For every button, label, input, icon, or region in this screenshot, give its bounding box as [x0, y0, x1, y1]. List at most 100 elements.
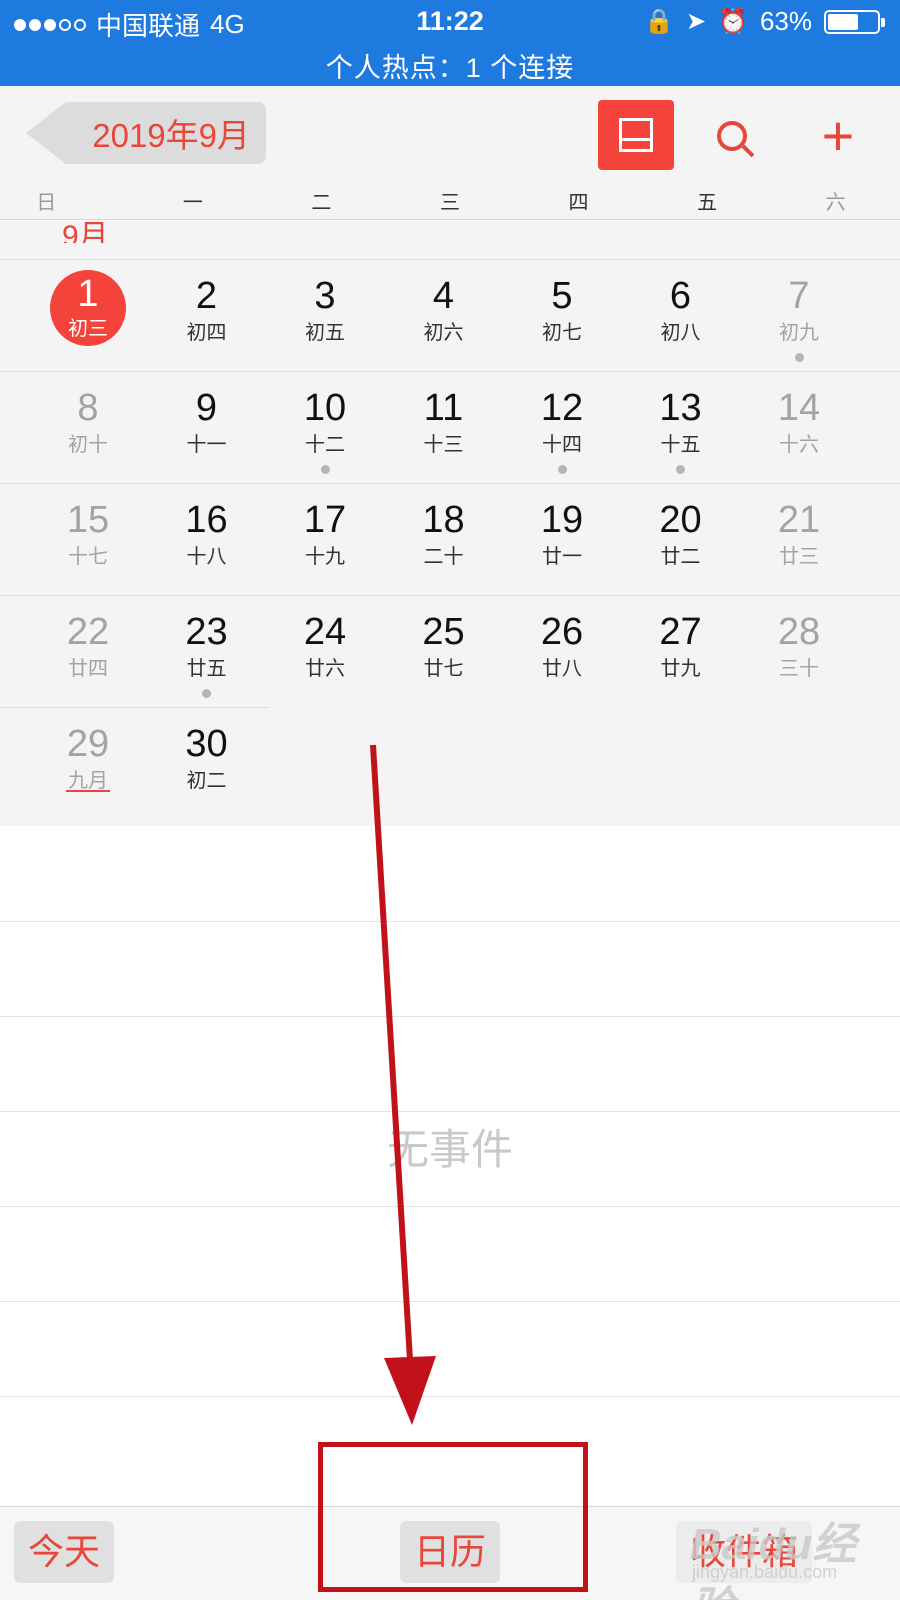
lunar-date: 三十 — [779, 658, 819, 680]
today-button[interactable]: 今天 — [14, 1521, 115, 1583]
day-number: 29 — [66, 723, 110, 765]
weekday-label: 二 — [311, 192, 332, 214]
day-cell[interactable]: 30 初二 — [147, 708, 267, 820]
lunar-date: 廿七 — [423, 658, 464, 680]
day-cell[interactable]: 24 廿六 — [265, 596, 385, 708]
back-to-year-button[interactable]: 2019年9月 — [26, 102, 266, 164]
day-cell[interactable]: 29 九月 — [28, 708, 148, 820]
day-number: 28 — [777, 611, 821, 653]
search-button[interactable] — [702, 106, 762, 166]
day-number: 8 — [77, 387, 99, 429]
hotspot-banner[interactable]: 个人热点：1 个连接 — [0, 46, 900, 85]
day-cell[interactable]: 28 三十 — [739, 596, 859, 708]
day-number: 12 — [540, 387, 584, 429]
day-cell[interactable]: 25 廿七 — [384, 596, 504, 708]
day-number: 22 — [66, 611, 110, 653]
day-number: 6 — [669, 275, 692, 317]
day-cell[interactable]: 3 初五 — [265, 260, 385, 372]
day-cell[interactable]: 4 初六 — [384, 260, 504, 372]
lunar-date: 初六 — [423, 322, 464, 344]
lunar-date: 初十 — [68, 434, 108, 456]
day-cell[interactable]: 27 廿九 — [621, 596, 741, 708]
day-number: 10 — [303, 387, 347, 429]
week-row: 1 初三 2 初四 3 初五 4 初六 5 初七 6 初八 7 初九 — [0, 259, 900, 371]
day-cell[interactable]: 8 初十 — [28, 372, 148, 484]
watermark-brand: Baidu经验 — [690, 1520, 857, 1600]
day-cell[interactable]: 19 廿一 — [502, 484, 622, 596]
lunar-date: 廿三 — [779, 546, 819, 568]
battery-percent: 63% — [759, 6, 812, 36]
lunar-date: 九月 — [68, 770, 108, 792]
day-number: 30 — [185, 723, 228, 765]
day-number: 13 — [659, 387, 702, 429]
day-cell[interactable]: 26 廿八 — [502, 596, 622, 708]
event-list[interactable]: 无事件 — [0, 826, 900, 1506]
lunar-date: 十五 — [660, 434, 701, 456]
nav-bar: 2019年9月 + — [0, 86, 900, 186]
day-cell-today[interactable]: 1 初三 — [28, 260, 148, 372]
lunar-date: 廿一 — [542, 546, 582, 568]
day-cell[interactable]: 9 十一 — [147, 372, 267, 484]
list-view-icon — [619, 118, 653, 152]
day-number: 25 — [422, 611, 465, 653]
day-number: 19 — [540, 499, 584, 541]
day-cell[interactable]: 16 十八 — [147, 484, 267, 596]
weekday-label: 三 — [439, 192, 460, 214]
day-cell[interactable]: 18 二十 — [384, 484, 504, 596]
lunar-date: 廿五 — [186, 658, 227, 680]
list-view-toggle-button[interactable] — [598, 100, 674, 170]
watermark-url: jingyan.baidu.com — [692, 1562, 838, 1582]
day-cell[interactable]: 21 廿三 — [739, 484, 859, 596]
status-right: 🔒 ➤ ⏰ 63% — [644, 6, 885, 37]
hour-divider — [0, 1016, 900, 1017]
day-cell[interactable]: 11 十三 — [384, 372, 504, 484]
hour-divider — [0, 1301, 900, 1302]
lunar-date: 十七 — [68, 546, 108, 568]
add-event-button[interactable]: + — [808, 106, 868, 166]
hour-divider — [0, 1206, 900, 1207]
day-cell[interactable]: 20 廿二 — [621, 484, 741, 596]
hour-divider — [0, 921, 900, 922]
lunar-date: 十一 — [186, 434, 227, 456]
day-cell[interactable]: 23 廿五 — [147, 596, 267, 708]
battery-icon — [824, 9, 885, 34]
day-number: 2 — [195, 275, 218, 317]
lunar-date: 廿四 — [68, 658, 108, 680]
day-cell[interactable]: 7 初九 — [739, 260, 859, 372]
search-icon — [717, 121, 747, 151]
day-number: 23 — [185, 611, 228, 653]
day-cell[interactable]: 12 十四 — [502, 372, 622, 484]
day-cell[interactable]: 6 初八 — [621, 260, 741, 372]
lunar-date: 廿九 — [660, 658, 701, 680]
day-cell[interactable]: 13 十五 — [621, 372, 741, 484]
day-number: 14 — [777, 387, 821, 429]
day-cell[interactable]: 22 廿四 — [28, 596, 148, 708]
day-number: 5 — [551, 275, 573, 317]
event-indicator-dot — [676, 465, 685, 474]
rotation-lock-icon: 🔒 — [644, 8, 674, 35]
day-cell[interactable]: 10 十二 — [265, 372, 385, 484]
lunar-month-marker — [66, 790, 110, 792]
day-cell[interactable]: 14 十六 — [739, 372, 859, 484]
weekday-label: 六 — [825, 192, 846, 214]
day-cell[interactable]: 15 十七 — [28, 484, 148, 596]
day-cell[interactable]: 2 初四 — [147, 260, 267, 372]
lunar-date: 十八 — [186, 546, 227, 568]
lunar-date: 初二 — [186, 770, 227, 792]
day-cell[interactable]: 17 十九 — [265, 484, 385, 596]
day-number: 4 — [432, 275, 455, 317]
lunar-date: 初八 — [660, 322, 701, 344]
day-number: 18 — [422, 499, 465, 541]
status-bar: 中国联通 4G 11:22 🔒 ➤ ⏰ 63% 个人热点：1 个连接 — [0, 0, 900, 86]
day-number: 21 — [777, 499, 821, 541]
day-number: 3 — [314, 275, 336, 317]
day-number: 20 — [659, 499, 702, 541]
event-indicator-dot — [794, 353, 804, 362]
day-cell[interactable]: 5 初七 — [502, 260, 622, 372]
lunar-date: 初五 — [305, 322, 345, 344]
event-indicator-dot — [320, 465, 330, 474]
lunar-date: 十三 — [423, 434, 464, 456]
week-row: 29 九月 30 初二 — [0, 707, 270, 819]
add-icon: + — [821, 104, 855, 167]
day-number: 24 — [303, 611, 347, 653]
